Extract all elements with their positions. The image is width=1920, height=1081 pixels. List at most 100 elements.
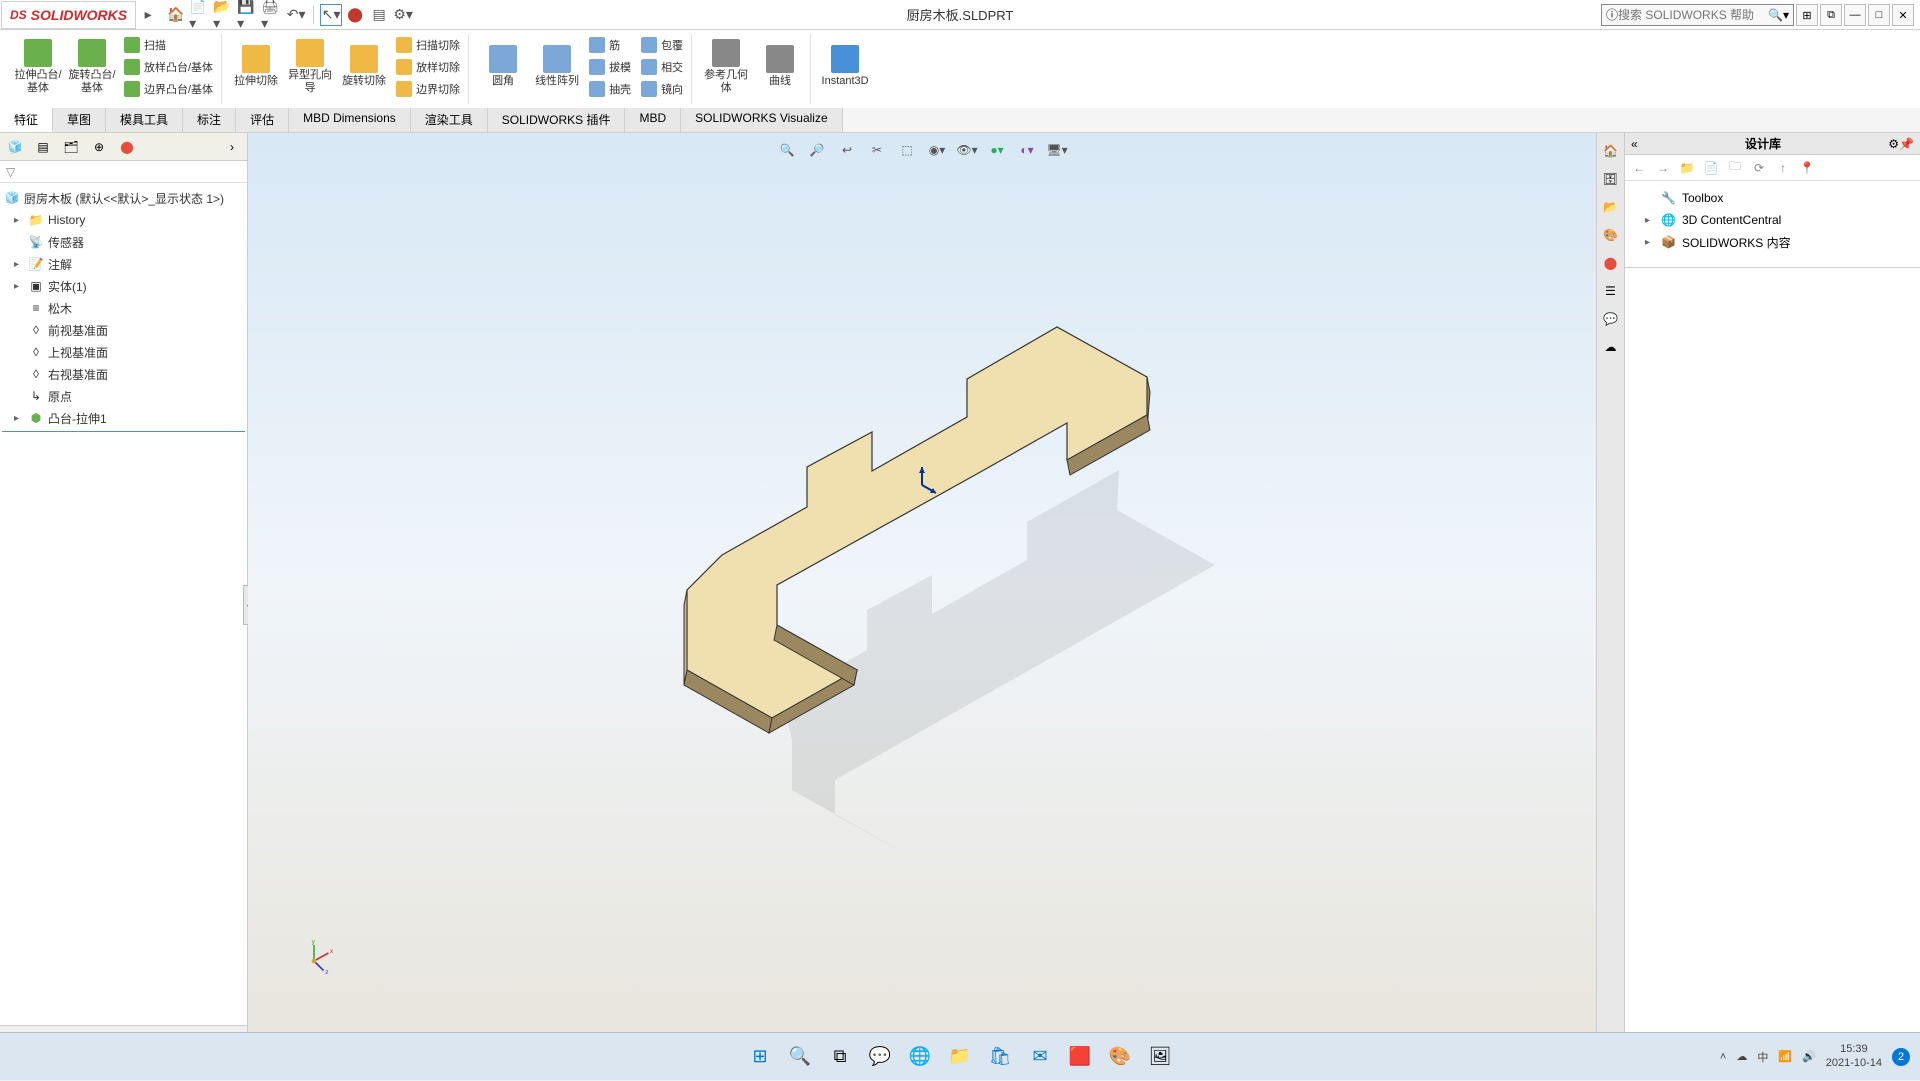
search-button[interactable]: 🔍 (784, 1041, 816, 1073)
sweep-cut-button[interactable]: 扫描切除 (392, 35, 464, 55)
mdi-tile-button[interactable]: ⊞ (1796, 4, 1818, 26)
tab-annotate[interactable]: 标注 (183, 108, 236, 132)
dl-item-3dcc[interactable]: ▸🌐3D ContentCentral (1633, 209, 1912, 231)
tab-render-tools[interactable]: 渲染工具 (411, 108, 488, 132)
draft-button[interactable]: 拔模 (585, 57, 635, 77)
wifi-icon[interactable]: 📶 (1778, 1050, 1792, 1063)
task-view-button[interactable]: ⧉ (824, 1041, 856, 1073)
section-view-icon[interactable]: ✂ (866, 139, 888, 161)
settings-icon[interactable]: ⚙▾ (392, 4, 414, 26)
tab-sketch[interactable]: 草图 (53, 108, 106, 132)
linear-pattern-button[interactable]: 线性阵列 (531, 34, 583, 100)
zoom-area-icon[interactable]: 🔎 (806, 139, 828, 161)
hole-wizard-button[interactable]: 异型孔向导 (284, 34, 336, 100)
ime-indicator[interactable]: 中 (1757, 1049, 1768, 1065)
back-icon[interactable]: ← (1629, 158, 1649, 178)
tab-visualize[interactable]: SOLIDWORKS Visualize (681, 108, 843, 132)
app-icon[interactable]: 🖼 (1144, 1041, 1176, 1073)
chat-icon[interactable]: 💬 (864, 1041, 896, 1073)
tree-front-plane[interactable]: ◊前视基准面 (2, 319, 245, 341)
print-icon[interactable]: 🖨▾ (261, 4, 283, 26)
search-input[interactable] (1618, 8, 1768, 22)
display-manager-tab-icon[interactable]: ⬤ (116, 136, 138, 158)
sweep-button[interactable]: 扫描 (120, 35, 217, 55)
curves-button[interactable]: 曲线 (754, 34, 806, 100)
explorer-icon[interactable]: 📁 (944, 1041, 976, 1073)
rib-button[interactable]: 筋 (585, 35, 635, 55)
extrude-cut-button[interactable]: 拉伸切除 (230, 34, 282, 100)
forward-icon[interactable]: → (1653, 158, 1673, 178)
tree-history[interactable]: ▸📁History (2, 209, 245, 231)
tray-chevron-icon[interactable]: ˄ (1720, 1051, 1726, 1063)
tree-expand-icon[interactable]: › (221, 136, 243, 158)
file-explorer-icon[interactable]: 📂 (1599, 195, 1623, 219)
forum-icon[interactable]: 💬 (1599, 307, 1623, 331)
tree-right-plane[interactable]: ◊右视基准面 (2, 363, 245, 385)
store-icon[interactable]: 🛍 (984, 1041, 1016, 1073)
tab-mbd-dimensions[interactable]: MBD Dimensions (289, 108, 411, 132)
design-library-icon[interactable]: 🗄 (1599, 167, 1623, 191)
boundary-button[interactable]: 边界凸台/基体 (120, 79, 217, 99)
instant3d-button[interactable]: Instant3D (819, 34, 871, 100)
collapse-icon[interactable]: « (1631, 137, 1638, 151)
tree-origin[interactable]: ↳原点 (2, 385, 245, 407)
add-file-icon[interactable]: 📄 (1701, 158, 1721, 178)
cloud-icon[interactable]: ☁ (1599, 335, 1623, 359)
extrude-boss-button[interactable]: 拉伸凸台/基体 (12, 34, 64, 100)
tree-solid-bodies[interactable]: ▸▣实体(1) (2, 275, 245, 297)
home-resources-icon[interactable]: 🏠 (1599, 139, 1623, 163)
tab-evaluate[interactable]: 评估 (236, 108, 289, 132)
boundary-cut-button[interactable]: 边界切除 (392, 79, 464, 99)
view-orientation-icon[interactable]: ⬚ (896, 139, 918, 161)
undo-icon[interactable]: ↶▾ (285, 4, 307, 26)
refresh-icon[interactable]: ⟳ (1749, 158, 1769, 178)
previous-view-icon[interactable]: ↩ (836, 139, 858, 161)
custom-props-icon[interactable]: ☰ (1599, 279, 1623, 303)
orientation-triad[interactable]: x y z (298, 937, 338, 977)
tree-top-plane[interactable]: ◊上视基准面 (2, 341, 245, 363)
pin-icon[interactable]: ⚙ (1888, 137, 1899, 151)
appearances-icon[interactable]: ⬤ (1599, 251, 1623, 275)
open-icon[interactable]: 📂▾ (213, 4, 235, 26)
fillet-button[interactable]: 圆角 (477, 34, 529, 100)
loft-cut-button[interactable]: 放样切除 (392, 57, 464, 77)
logo-dropdown-icon[interactable]: ▸ (137, 4, 159, 26)
tree-annotations[interactable]: ▸📝注解 (2, 253, 245, 275)
revolve-cut-button[interactable]: 旋转切除 (338, 34, 390, 100)
onedrive-icon[interactable]: ☁ (1736, 1050, 1747, 1063)
tab-features[interactable]: 特征 (0, 108, 53, 132)
search-glass-icon[interactable]: 🔍▾ (1768, 8, 1789, 22)
shell-button[interactable]: 抽壳 (585, 79, 635, 99)
edge-icon[interactable]: 🌐 (904, 1041, 936, 1073)
loft-button[interactable]: 放样凸台/基体 (120, 57, 217, 77)
config-manager-tab-icon[interactable]: 🗂 (60, 136, 82, 158)
tab-mold-tools[interactable]: 模具工具 (106, 108, 183, 132)
tree-root[interactable]: 🧊厨房木板 (默认<<默认>_显示状态 1>) (2, 187, 245, 209)
config-icon[interactable]: 📍 (1797, 158, 1817, 178)
search-help-box[interactable]: ⓘ 🔍▾ (1601, 4, 1794, 26)
rebuild-icon[interactable]: ⬤ (344, 4, 366, 26)
clock[interactable]: 15:39 2021-10-14 (1826, 1043, 1882, 1069)
mail-icon[interactable]: ✉ (1024, 1041, 1056, 1073)
select-icon[interactable]: ↖▾ (320, 4, 342, 26)
mdi-close-button[interactable]: ✕ (1892, 4, 1914, 26)
scene-icon[interactable]: ◐▾ (1016, 139, 1038, 161)
mdi-cascade-button[interactable]: ⧉ (1820, 4, 1842, 26)
tab-addins[interactable]: SOLIDWORKS 插件 (488, 108, 626, 132)
mdi-maximize-button[interactable]: □ (1868, 4, 1890, 26)
volume-icon[interactable]: 🔊 (1802, 1050, 1816, 1063)
dimxpert-tab-icon[interactable]: ⊕ (88, 136, 110, 158)
graphics-viewport[interactable]: 🔍 🔎 ↩ ✂ ⬚ ◉▾ 👁▾ ●▾ ◐▾ 🖥▾ (248, 133, 1596, 1037)
revolve-boss-button[interactable]: 旋转凸台/基体 (66, 34, 118, 100)
solidworks-taskbar-icon[interactable]: 🟥 (1064, 1041, 1096, 1073)
new-icon[interactable]: 📄▾ (189, 4, 211, 26)
view-settings-icon[interactable]: 🖥▾ (1046, 139, 1068, 161)
tree-material[interactable]: ≡松木 (2, 297, 245, 319)
tree-boss-extrude1[interactable]: ▸⬢凸台-拉伸1 (2, 407, 245, 429)
funnel-icon[interactable]: ▽ (6, 165, 15, 179)
up-icon[interactable]: ↑ (1773, 158, 1793, 178)
wrap-button[interactable]: 包覆 (637, 35, 687, 55)
appearance-icon[interactable]: ●▾ (986, 139, 1008, 161)
mdi-minimize-button[interactable]: — (1844, 4, 1866, 26)
property-manager-tab-icon[interactable]: ▤ (32, 136, 54, 158)
